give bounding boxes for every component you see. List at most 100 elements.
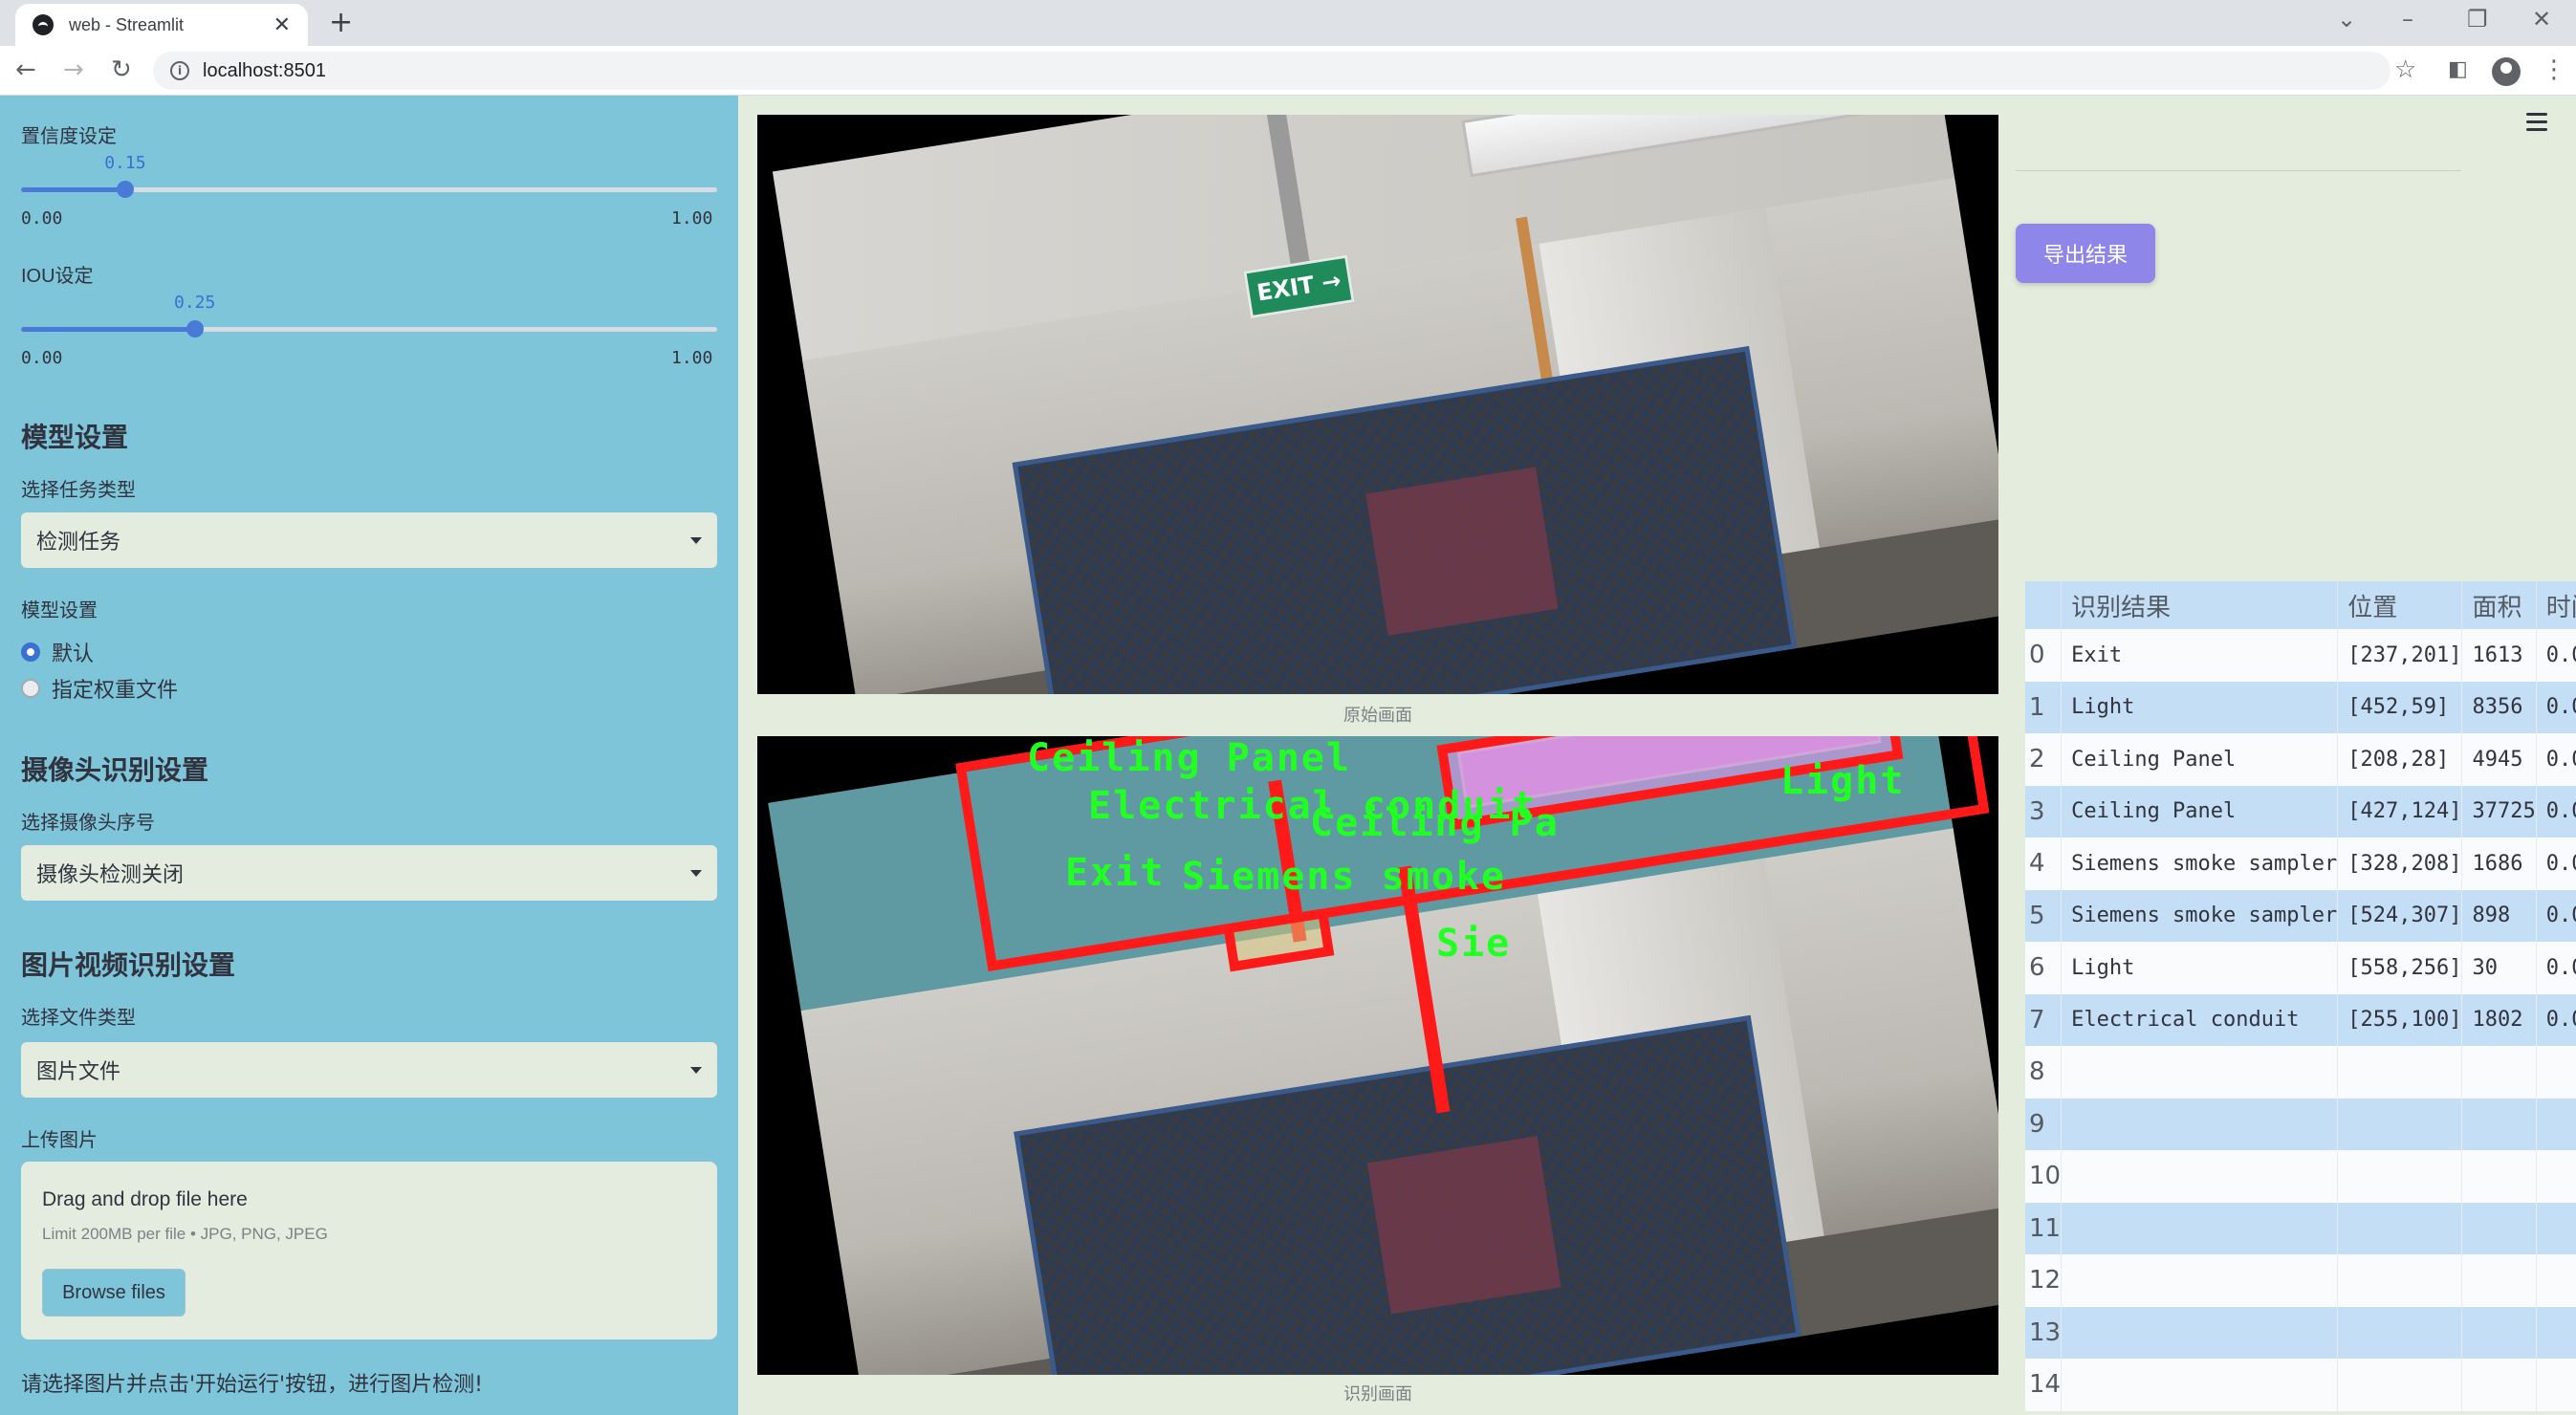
forward-icon[interactable]: → — [63, 55, 84, 84]
iou-max: 1.00 — [671, 348, 713, 368]
row-result — [2061, 1306, 2339, 1359]
row-index: 12 — [2025, 1254, 2063, 1307]
table-row[interactable]: 1Light[452,59]83560.04 — [2025, 681, 2576, 733]
col-header-position[interactable]: 位置 — [2337, 581, 2463, 629]
radio-default-model[interactable]: 默认 — [21, 637, 94, 667]
upload-label: 上传图片 — [21, 1130, 98, 1151]
browser-menu-icon[interactable]: ⋮ — [2542, 55, 2566, 84]
original-caption: 原始画面 — [1343, 706, 1412, 726]
iou-slider-thumb[interactable] — [186, 320, 204, 337]
table-row[interactable]: 2Ceiling Panel[208,28]49450.05 — [2025, 733, 2576, 786]
row-result: Light — [2061, 681, 2339, 733]
upload-hint: 请选择图片并点击'开始运行'按钮，进行图片检测! — [21, 1373, 483, 1397]
restore-icon[interactable]: ❐ — [2467, 6, 2488, 33]
radio-unselected-icon[interactable] — [21, 679, 40, 698]
task-type-label: 选择任务类型 — [21, 480, 136, 501]
address-bar[interactable]: i localhost:8501 — [153, 52, 2390, 90]
row-area — [2461, 1098, 2537, 1150]
table-row[interactable]: 14 — [2025, 1359, 2576, 1411]
row-result: Ceiling Panel — [2061, 733, 2339, 786]
close-window-icon[interactable]: ✕ — [2532, 6, 2551, 33]
scene-original: EXIT → — [772, 115, 1998, 694]
row-area: 898 — [2461, 889, 2537, 942]
back-icon[interactable]: ← — [15, 55, 36, 84]
file-dropzone[interactable]: Drag and drop file here Limit 200MB per … — [21, 1162, 717, 1339]
new-tab-icon[interactable]: + — [329, 6, 353, 39]
col-header-index[interactable] — [2025, 581, 2063, 629]
hamburger-menu-icon[interactable] — [2526, 113, 2547, 136]
row-position — [2337, 1359, 2463, 1411]
reload-icon[interactable]: ↻ — [111, 55, 132, 84]
row-result — [2061, 1098, 2339, 1150]
url-text: localhost:8501 — [203, 59, 326, 81]
radio-custom-weights[interactable]: 指定权重文件 — [21, 673, 178, 704]
camera-index-label: 选择摄像头序号 — [21, 813, 155, 834]
task-type-select[interactable]: 检测任务 — [21, 512, 717, 568]
row-time — [2536, 1202, 2576, 1254]
row-time: 0.04 — [2536, 681, 2576, 733]
table-row[interactable]: 9 — [2025, 1098, 2576, 1150]
browser-tab[interactable]: web - Streamlit ✕ — [15, 4, 308, 46]
table-row[interactable]: 8 — [2025, 1046, 2576, 1099]
row-time — [2536, 1150, 2576, 1203]
row-result — [2061, 1046, 2339, 1099]
file-type-select[interactable]: 图片文件 — [21, 1042, 717, 1098]
chevron-down-icon — [690, 1066, 702, 1074]
table-row[interactable]: 11 — [2025, 1202, 2576, 1254]
table-row[interactable]: 13 — [2025, 1306, 2576, 1359]
close-tab-icon[interactable]: ✕ — [273, 13, 291, 37]
col-header-time[interactable]: 时间 — [2536, 581, 2576, 629]
table-row[interactable]: 5Siemens smoke sampler[524,307]8980.01 — [2025, 889, 2576, 942]
row-area — [2461, 1254, 2537, 1307]
detection-label-ceiling-panel-2: Ceiling Pa — [1310, 801, 1560, 845]
site-info-icon[interactable]: i — [170, 61, 189, 80]
camera-select[interactable]: 摄像头检测关闭 — [21, 845, 717, 901]
bookmark-star-icon[interactable]: ☆ — [2394, 55, 2416, 84]
table-row[interactable]: 12 — [2025, 1254, 2576, 1307]
col-header-result[interactable]: 识别结果 — [2061, 581, 2339, 629]
confidence-label: 置信度设定 — [21, 126, 117, 147]
detection-caption: 识别画面 — [1343, 1384, 1412, 1404]
row-result — [2061, 1202, 2339, 1254]
table-row[interactable]: 3Ceiling Panel[427,124]377250.05 — [2025, 785, 2576, 838]
file-type-label: 选择文件类型 — [21, 1008, 136, 1029]
table-row[interactable]: 6Light[558,256]300.05 — [2025, 942, 2576, 994]
iou-label: IOU设定 — [21, 266, 94, 287]
row-result: Light — [2061, 942, 2339, 994]
row-result: Exit — [2061, 629, 2339, 682]
browse-files-button[interactable]: Browse files — [42, 1269, 186, 1317]
confidence-slider[interactable] — [21, 181, 717, 198]
row-time — [2536, 1098, 2576, 1150]
row-time: 0.05 — [2536, 733, 2576, 786]
row-index: 4 — [2025, 838, 2063, 890]
results-table[interactable]: 识别结果 位置 面积 时间 0Exit[237,201]16130.021Lig… — [2025, 581, 2576, 1415]
side-panel-icon[interactable]: ◧ — [2448, 57, 2468, 81]
dropzone-title: Drag and drop file here — [42, 1188, 248, 1210]
row-result: Siemens smoke sampler — [2061, 889, 2339, 942]
table-row[interactable]: 4Siemens smoke sampler[328,208]16860.03 — [2025, 838, 2576, 890]
row-result — [2061, 1254, 2339, 1307]
row-position — [2337, 1202, 2463, 1254]
camera-settings-header: 摄像头识别设置 — [21, 754, 209, 786]
minimize-icon[interactable]: – — [2402, 6, 2413, 33]
table-row[interactable]: 0Exit[237,201]16130.02 — [2025, 629, 2576, 682]
tab-search-chevron-icon[interactable]: ⌄ — [2337, 6, 2356, 33]
iou-value: 0.25 — [174, 293, 216, 313]
model-settings-header: 模型设置 — [21, 422, 129, 453]
col-header-area[interactable]: 面积 — [2461, 581, 2537, 629]
row-result — [2061, 1150, 2339, 1203]
radio-default-label: 默认 — [52, 642, 95, 666]
confidence-slider-fill — [21, 187, 126, 192]
row-time: 0.05 — [2536, 942, 2576, 994]
table-row[interactable]: 7Electrical conduit[255,100]18020.03 — [2025, 993, 2576, 1046]
iou-slider[interactable] — [21, 320, 717, 337]
detection-label-exit: Exit — [1065, 851, 1166, 895]
profile-avatar-icon[interactable] — [2492, 57, 2521, 86]
export-results-button[interactable]: 导出结果 — [2016, 224, 2155, 283]
table-row[interactable]: 10 — [2025, 1150, 2576, 1203]
detection-label-smoke-sampler-2: Sie — [1436, 922, 1512, 966]
row-index: 6 — [2025, 942, 2063, 994]
confidence-slider-thumb[interactable] — [117, 181, 135, 198]
radio-selected-icon[interactable] — [21, 642, 40, 662]
browser-toolbar: ← → ↻ i localhost:8501 ☆ ◧ ⋮ — [0, 46, 2576, 96]
